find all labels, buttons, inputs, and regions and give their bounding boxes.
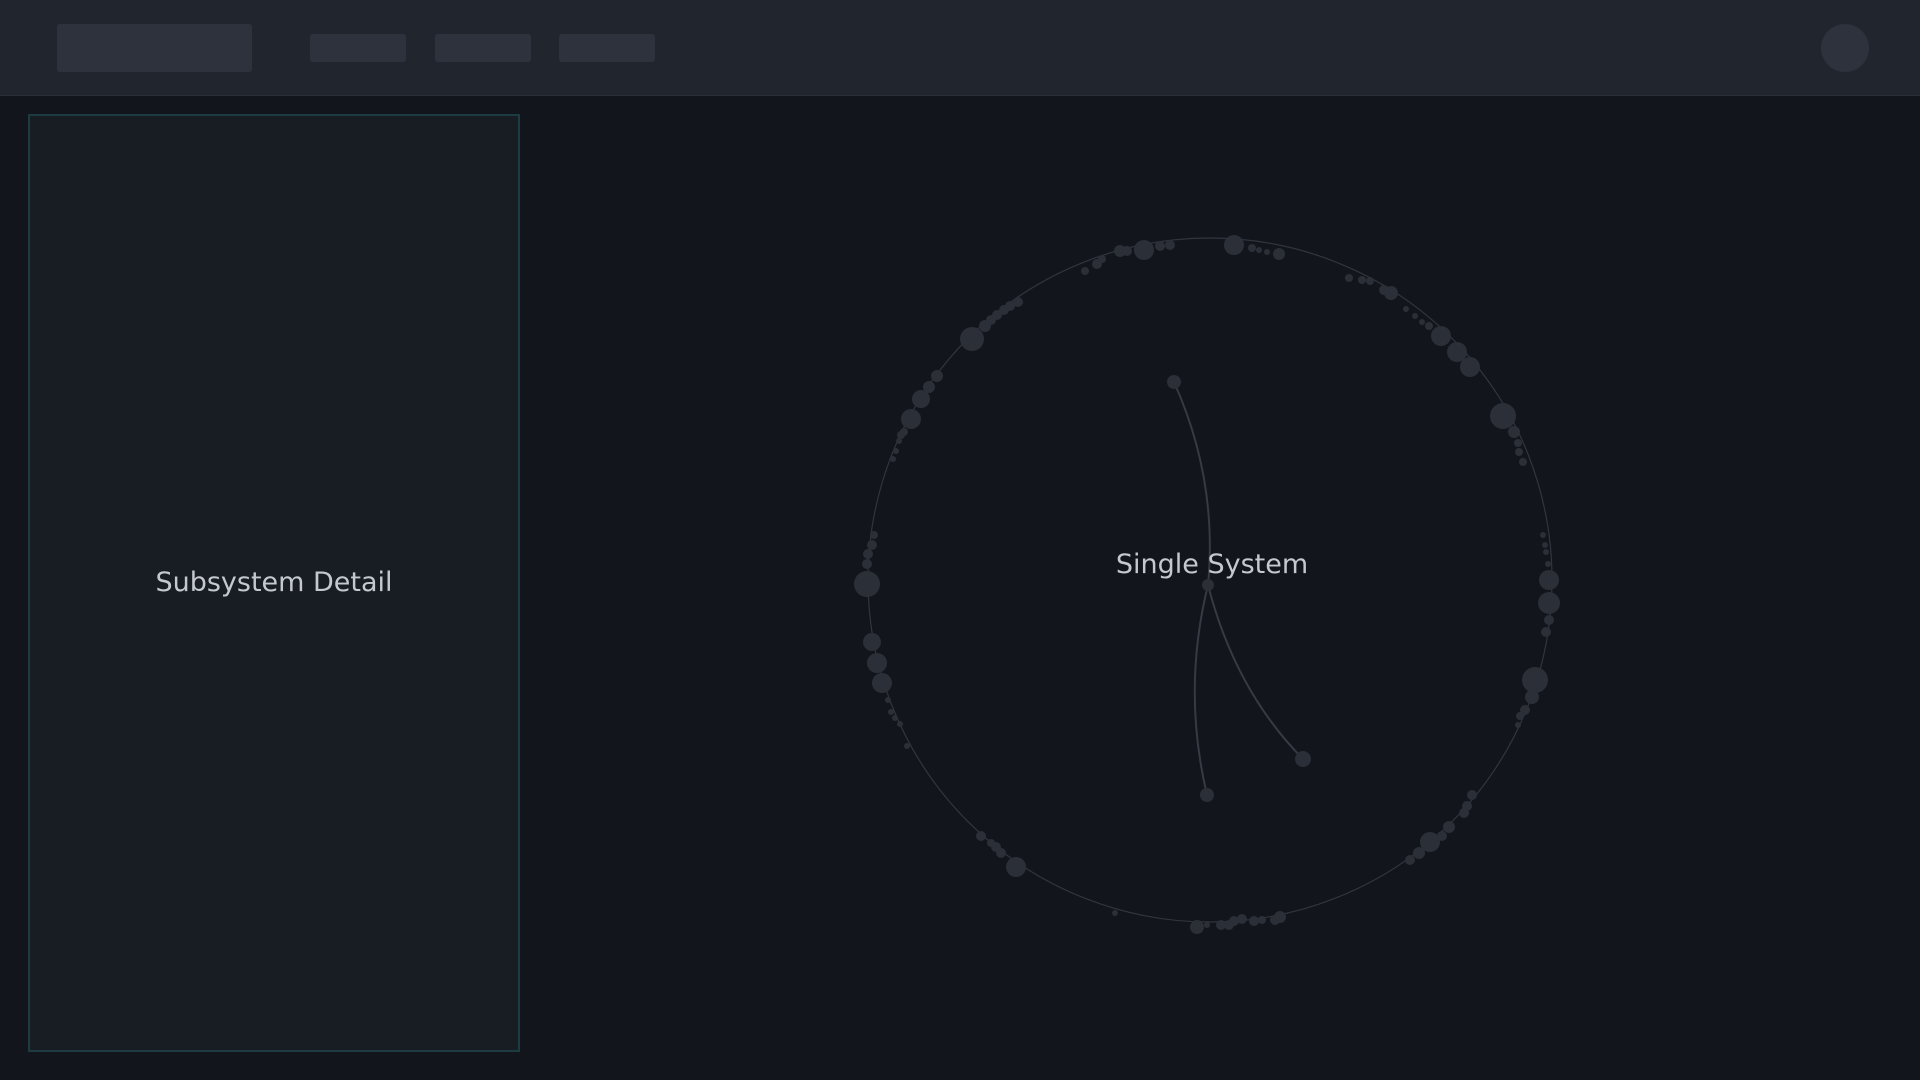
graph-node[interactable] (1431, 326, 1451, 346)
graph-node[interactable] (1522, 667, 1548, 693)
graph-node[interactable] (872, 673, 892, 693)
graph-node[interactable] (1443, 821, 1455, 833)
graph-node[interactable] (1224, 235, 1244, 255)
graph-node[interactable] (1122, 246, 1132, 256)
graph-node[interactable] (1264, 249, 1270, 255)
graph-node[interactable] (1081, 267, 1089, 275)
edge (1207, 584, 1304, 760)
graph-node[interactable] (1165, 240, 1175, 250)
graph-node[interactable] (1384, 286, 1398, 300)
graph-node[interactable] (1098, 255, 1106, 263)
graph-node[interactable] (1412, 313, 1418, 319)
graph-node[interactable] (1545, 561, 1551, 567)
graph-node[interactable] (987, 839, 995, 847)
graph-node[interactable] (897, 721, 903, 727)
graph-node[interactable] (900, 428, 908, 436)
graph-node[interactable] (1273, 248, 1285, 260)
graph-node[interactable] (863, 549, 873, 559)
graph-node[interactable] (1013, 297, 1023, 307)
graph-node[interactable] (1419, 319, 1425, 325)
graph-node[interactable] (1249, 916, 1259, 926)
graph-node[interactable] (1358, 276, 1366, 284)
graph-node[interactable] (1425, 322, 1433, 330)
graph-node[interactable] (1508, 426, 1520, 438)
graph-node[interactable] (1519, 458, 1527, 466)
graph-node[interactable] (1202, 579, 1214, 591)
graph-node[interactable] (1490, 403, 1516, 429)
graph-node[interactable] (1270, 915, 1280, 925)
graph-node[interactable] (1155, 241, 1165, 251)
graph-node[interactable] (904, 743, 910, 749)
graph-node[interactable] (931, 370, 943, 382)
graph-node[interactable] (1525, 690, 1539, 704)
graph-node[interactable] (1256, 247, 1262, 253)
graph-node[interactable] (1258, 916, 1266, 924)
graph-node[interactable] (1345, 274, 1353, 282)
graph-node[interactable] (867, 653, 887, 673)
graph-node[interactable] (1539, 570, 1559, 590)
graph-node[interactable] (867, 540, 877, 550)
graph-node[interactable] (1248, 244, 1256, 252)
graph-node[interactable] (1515, 722, 1521, 728)
graph-node[interactable] (923, 381, 935, 393)
graph-node[interactable] (870, 531, 878, 539)
graph-node[interactable] (1366, 277, 1374, 285)
graph-node[interactable] (1544, 615, 1554, 625)
graph-node[interactable] (885, 697, 891, 703)
graph-node[interactable] (960, 327, 984, 351)
graph-node[interactable] (1112, 910, 1118, 916)
graph-center-label: Single System (1115, 549, 1309, 580)
graph-node[interactable] (892, 715, 898, 721)
graph-node[interactable] (1542, 542, 1548, 548)
graph-node[interactable] (1460, 357, 1480, 377)
graph-node[interactable] (1515, 448, 1523, 456)
graph-node[interactable] (1167, 375, 1181, 389)
graph-node[interactable] (893, 448, 899, 454)
graph-node[interactable] (1405, 855, 1415, 865)
graph-node[interactable] (1538, 592, 1560, 614)
system-graph[interactable] (0, 0, 1920, 1080)
graph-node[interactable] (1216, 920, 1226, 930)
graph-node[interactable] (888, 709, 894, 715)
graph-node[interactable] (1403, 306, 1409, 312)
graph-node[interactable] (1200, 788, 1214, 802)
graph-node[interactable] (1514, 439, 1522, 447)
graph-node[interactable] (1190, 920, 1204, 934)
graph-node[interactable] (1541, 627, 1551, 637)
graph-node[interactable] (901, 409, 921, 429)
graph-node[interactable] (1543, 549, 1549, 555)
graph-node[interactable] (976, 831, 986, 841)
edge (1193, 584, 1209, 796)
graph-node[interactable] (1134, 240, 1154, 260)
graph-node[interactable] (1467, 790, 1477, 800)
graph-node[interactable] (1516, 712, 1524, 720)
graph-node[interactable] (863, 633, 881, 651)
graph-node[interactable] (854, 571, 880, 597)
graph-node[interactable] (890, 456, 896, 462)
graph-node[interactable] (1413, 847, 1425, 859)
graph-node[interactable] (1295, 751, 1311, 767)
graph-node[interactable] (862, 559, 872, 569)
graph-node[interactable] (1204, 922, 1210, 928)
graph-node[interactable] (1006, 857, 1026, 877)
graph-node[interactable] (1459, 808, 1469, 818)
graph-node[interactable] (1540, 532, 1546, 538)
